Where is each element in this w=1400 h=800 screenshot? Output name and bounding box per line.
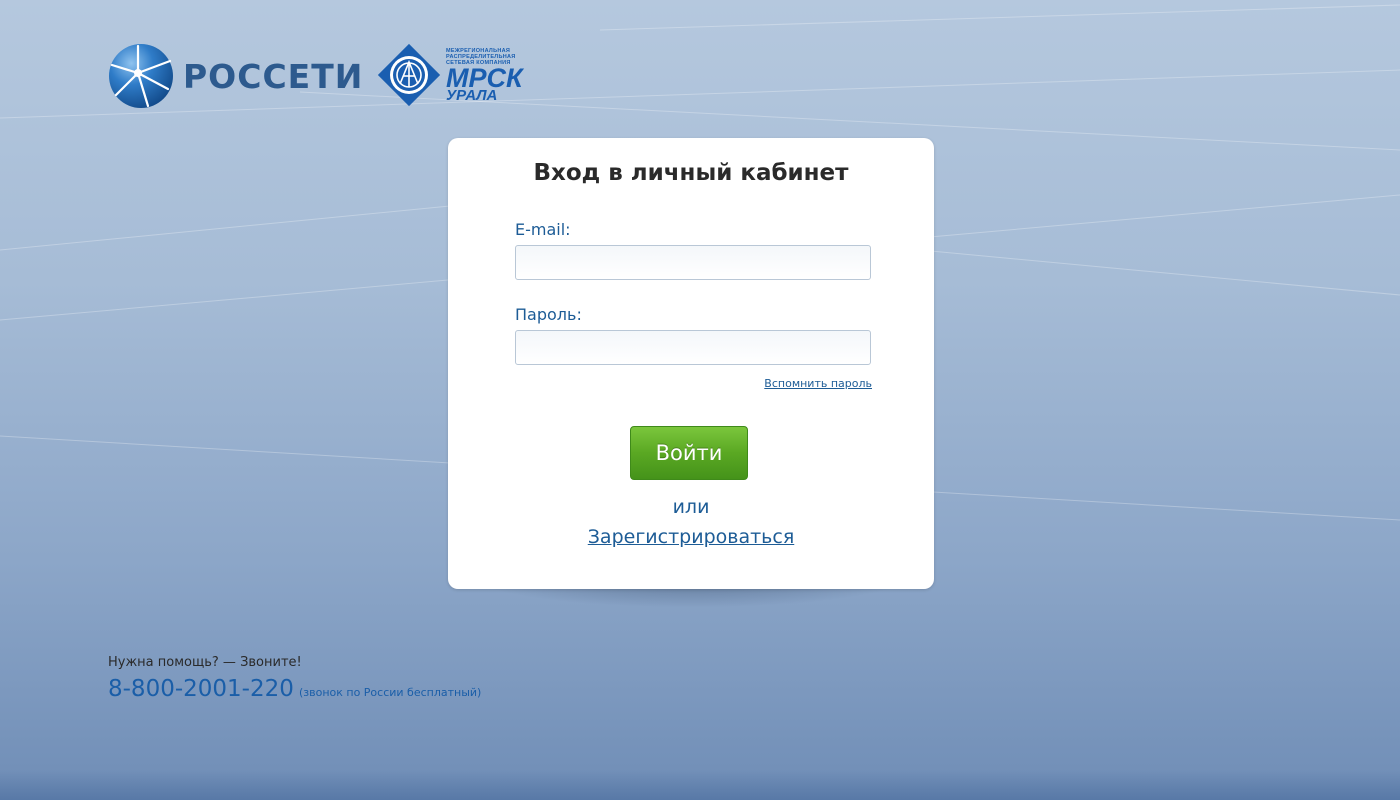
register-link[interactable]: Зарегистрироваться (588, 526, 795, 548)
page-title: Вход в личный кабинет (533, 160, 849, 186)
forgot-password-link[interactable]: Вспомнить пароль (764, 377, 872, 390)
help-question: Нужна помощь? — Звоните! (108, 655, 302, 670)
login-button[interactable]: Войти (630, 426, 748, 480)
email-field[interactable] (515, 245, 871, 280)
register-link-row: Зарегистрироваться (448, 526, 934, 548)
or-separator: или (672, 496, 710, 518)
mrsk-emblem-icon (377, 43, 441, 107)
mrsk-region: УРАЛА (446, 86, 498, 104)
rosseti-logo: РОССЕТИ (108, 43, 363, 109)
password-label: Пароль: (515, 305, 582, 324)
mrsk-wordmark: Межрегиональная распределительная сетева… (446, 48, 523, 103)
rosseti-wordmark: РОССЕТИ (183, 56, 364, 96)
help-phone-row: 8-800-2001-220 (звонок по России бесплат… (108, 676, 481, 702)
bottom-band (0, 770, 1400, 800)
mrsk-name: МРСК (446, 62, 523, 93)
mrsk-urala-logo: Межрегиональная распределительная сетева… (374, 40, 523, 110)
password-field[interactable] (515, 330, 871, 365)
help-phone-number: 8-800-2001-220 (108, 676, 294, 702)
rosseti-globe-icon (109, 44, 173, 108)
login-card: Вход в личный кабинет E-mail: Пароль: Вс… (448, 138, 934, 589)
email-label: E-mail: (515, 220, 571, 239)
help-phone-note: (звонок по России бесплатный) (298, 686, 482, 699)
